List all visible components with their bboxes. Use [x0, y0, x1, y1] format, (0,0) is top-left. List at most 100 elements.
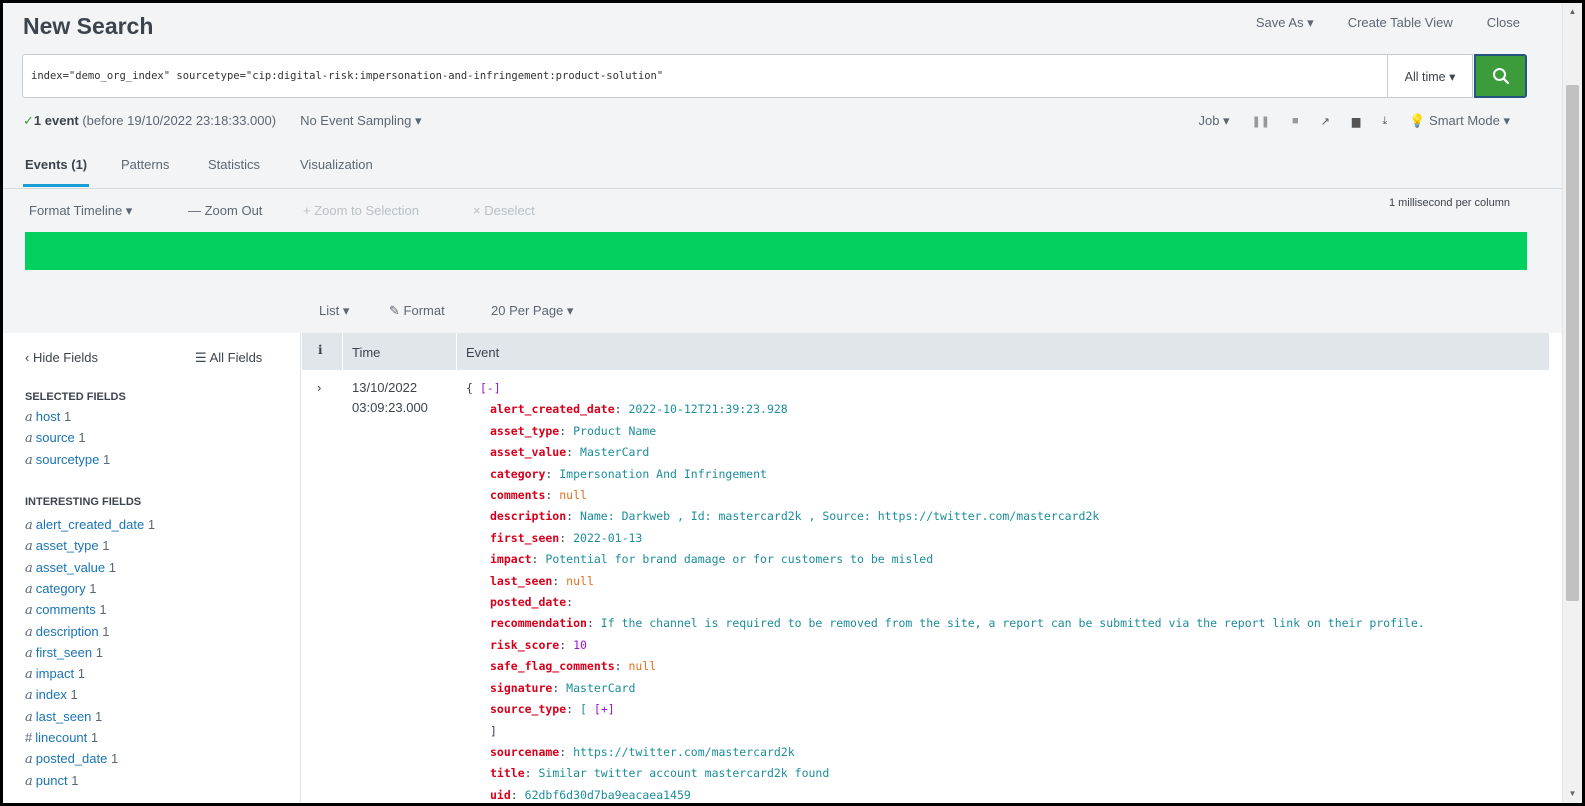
share-icon[interactable]: ↗ — [1321, 115, 1330, 128]
hide-fields-button[interactable]: ‹ Hide Fields — [25, 350, 98, 365]
pause-icon[interactable]: ❚❚ — [1252, 115, 1270, 128]
zoom-to-selection-button[interactable]: + Zoom to Selection — [303, 203, 419, 218]
sidebar-field[interactable]: a last_seen 1 — [25, 709, 102, 725]
sidebar-field[interactable]: a host 1 — [25, 409, 71, 425]
field-count: 1 — [95, 708, 103, 724]
event-value[interactable]: If the channel is required to be removed… — [601, 616, 1425, 630]
event-key[interactable]: alert_created_date — [490, 402, 615, 416]
field-name: category — [35, 580, 86, 596]
tab-events[interactable]: Events (1) — [25, 157, 87, 172]
event-value[interactable]: 2022-10-12T21:39:23.928 — [628, 402, 787, 416]
save-as-menu[interactable]: Save As ▾ — [1256, 15, 1314, 31]
sidebar-field[interactable]: a impact 1 — [25, 666, 85, 682]
event-key[interactable]: safe_flag_comments — [490, 659, 615, 673]
collapse-toggle[interactable]: [-] — [480, 381, 501, 395]
active-tab-indicator — [23, 184, 89, 187]
timeline-bar[interactable] — [25, 232, 1527, 270]
column-event[interactable]: Event — [466, 345, 499, 360]
scroll-down-arrow[interactable]: ▼ — [1563, 785, 1582, 803]
scroll-thumb[interactable] — [1566, 85, 1579, 601]
export-icon[interactable]: ⤓ — [1382, 115, 1387, 128]
sidebar-field[interactable]: a category 1 — [25, 581, 97, 597]
event-value[interactable]: 2022-01-13 — [573, 531, 642, 545]
list-view-menu[interactable]: List ▾ — [319, 303, 349, 319]
event-key[interactable]: asset_type — [490, 424, 559, 438]
format-button[interactable]: ✎ Format — [389, 303, 445, 319]
tab-statistics[interactable]: Statistics — [208, 157, 260, 172]
event-key[interactable]: uid — [490, 788, 511, 802]
expand-toggle[interactable]: [+] — [594, 702, 615, 716]
event-value[interactable]: 62dbf6d30d7ba9eacaea1459 — [525, 788, 691, 802]
event-value[interactable]: null — [566, 574, 594, 588]
event-key[interactable]: source_type — [490, 702, 566, 716]
search-input[interactable]: index="demo_org_index" sourcetype="cip:d… — [22, 54, 1473, 98]
close-link[interactable]: Close — [1487, 15, 1520, 31]
stop-icon[interactable]: ■ — [1292, 115, 1299, 127]
sidebar-field[interactable]: a comments 1 — [25, 602, 107, 618]
event-value[interactable]: null — [628, 659, 656, 673]
search-button[interactable] — [1474, 54, 1527, 98]
event-value[interactable]: null — [559, 488, 587, 502]
event-key[interactable]: impact — [490, 552, 532, 566]
event-value[interactable]: Potential for brand damage or for custom… — [545, 552, 933, 566]
event-value[interactable]: https://twitter.com/mastercard2k — [573, 745, 795, 759]
event-value[interactable]: Name: Darkweb , Id: mastercard2k , Sourc… — [580, 509, 1099, 523]
event-key[interactable]: signature — [490, 681, 552, 695]
per-page-menu[interactable]: 20 Per Page ▾ — [491, 303, 573, 319]
tab-patterns[interactable]: Patterns — [121, 157, 169, 172]
format-timeline-menu[interactable]: Format Timeline ▾ — [29, 203, 132, 219]
event-key[interactable]: posted_date — [490, 595, 566, 609]
sidebar-field[interactable]: a index 1 — [25, 687, 78, 703]
event-key[interactable]: category — [490, 467, 545, 481]
sidebar-field[interactable]: a asset_value 1 — [25, 560, 116, 576]
event-value[interactable]: Impersonation And Infringement — [559, 467, 767, 481]
event-value[interactable]: MasterCard — [580, 445, 649, 459]
field-name: description — [35, 623, 99, 639]
tab-visualization[interactable]: Visualization — [300, 157, 373, 172]
sidebar-field[interactable]: a sourcetype 1 — [25, 452, 110, 468]
event-value[interactable]: Similar twitter account mastercard2k fou… — [538, 766, 829, 780]
sidebar-field[interactable]: a description 1 — [25, 624, 110, 640]
event-key[interactable]: description — [490, 509, 566, 523]
event-count: ✓1 event (before 19/10/2022 23:18:33.000… — [23, 113, 276, 129]
scrollbar[interactable]: ▲ ▼ — [1562, 3, 1582, 803]
sidebar-field[interactable]: a first_seen 1 — [25, 645, 103, 661]
event-key[interactable]: recommendation — [490, 616, 587, 630]
event-key[interactable]: title — [490, 766, 525, 780]
column-info: i — [318, 343, 323, 357]
time-range-picker[interactable]: All time ▾ — [1387, 54, 1473, 98]
sidebar-field[interactable]: a posted_date 1 — [25, 751, 118, 767]
deselect-button[interactable]: × Deselect — [473, 203, 535, 218]
search-mode-menu[interactable]: 💡 Smart Mode ▾ — [1409, 113, 1510, 129]
event-field-line: safe_flag_comments: null — [490, 659, 657, 674]
sidebar-field[interactable]: a alert_created_date 1 — [25, 517, 155, 533]
scroll-up-arrow[interactable]: ▲ — [1563, 3, 1582, 21]
sidebar-field[interactable]: a asset_type 1 — [25, 538, 110, 554]
column-time[interactable]: Time — [352, 345, 380, 360]
event-key[interactable]: last_seen — [490, 574, 552, 588]
event-key[interactable]: asset_value — [490, 445, 566, 459]
event-value[interactable]: MasterCard — [566, 681, 635, 695]
event-key[interactable]: sourcename — [490, 745, 559, 759]
event-value[interactable]: Product Name — [573, 424, 656, 438]
event-key[interactable]: comments — [490, 488, 545, 502]
zoom-out-button[interactable]: — Zoom Out — [188, 203, 262, 218]
print-icon[interactable]: ▆ — [1352, 115, 1360, 128]
field-type-icon: a — [25, 645, 33, 661]
events-table-header: i Time Event — [302, 333, 1549, 370]
sidebar-field[interactable]: a punct 1 — [25, 773, 78, 789]
event-field-line: risk_score: 10 — [490, 637, 587, 652]
field-count: 1 — [89, 580, 97, 596]
event-sampling-menu[interactable]: No Event Sampling ▾ — [300, 113, 421, 129]
event-value[interactable]: [ — [580, 702, 594, 716]
sidebar-field[interactable]: # linecount 1 — [25, 730, 98, 745]
create-table-view-link[interactable]: Create Table View — [1348, 15, 1453, 31]
event-time[interactable]: 13/10/2022 03:09:23.000 — [352, 378, 428, 418]
all-fields-button[interactable]: ☰ All Fields — [195, 350, 262, 366]
row-expand-toggle[interactable]: › — [317, 380, 321, 395]
event-key[interactable]: first_seen — [490, 531, 559, 545]
sidebar-field[interactable]: a source 1 — [25, 430, 86, 446]
event-value[interactable]: 10 — [573, 638, 587, 652]
event-key[interactable]: risk_score — [490, 638, 559, 652]
job-menu[interactable]: Job ▾ — [1198, 113, 1229, 129]
